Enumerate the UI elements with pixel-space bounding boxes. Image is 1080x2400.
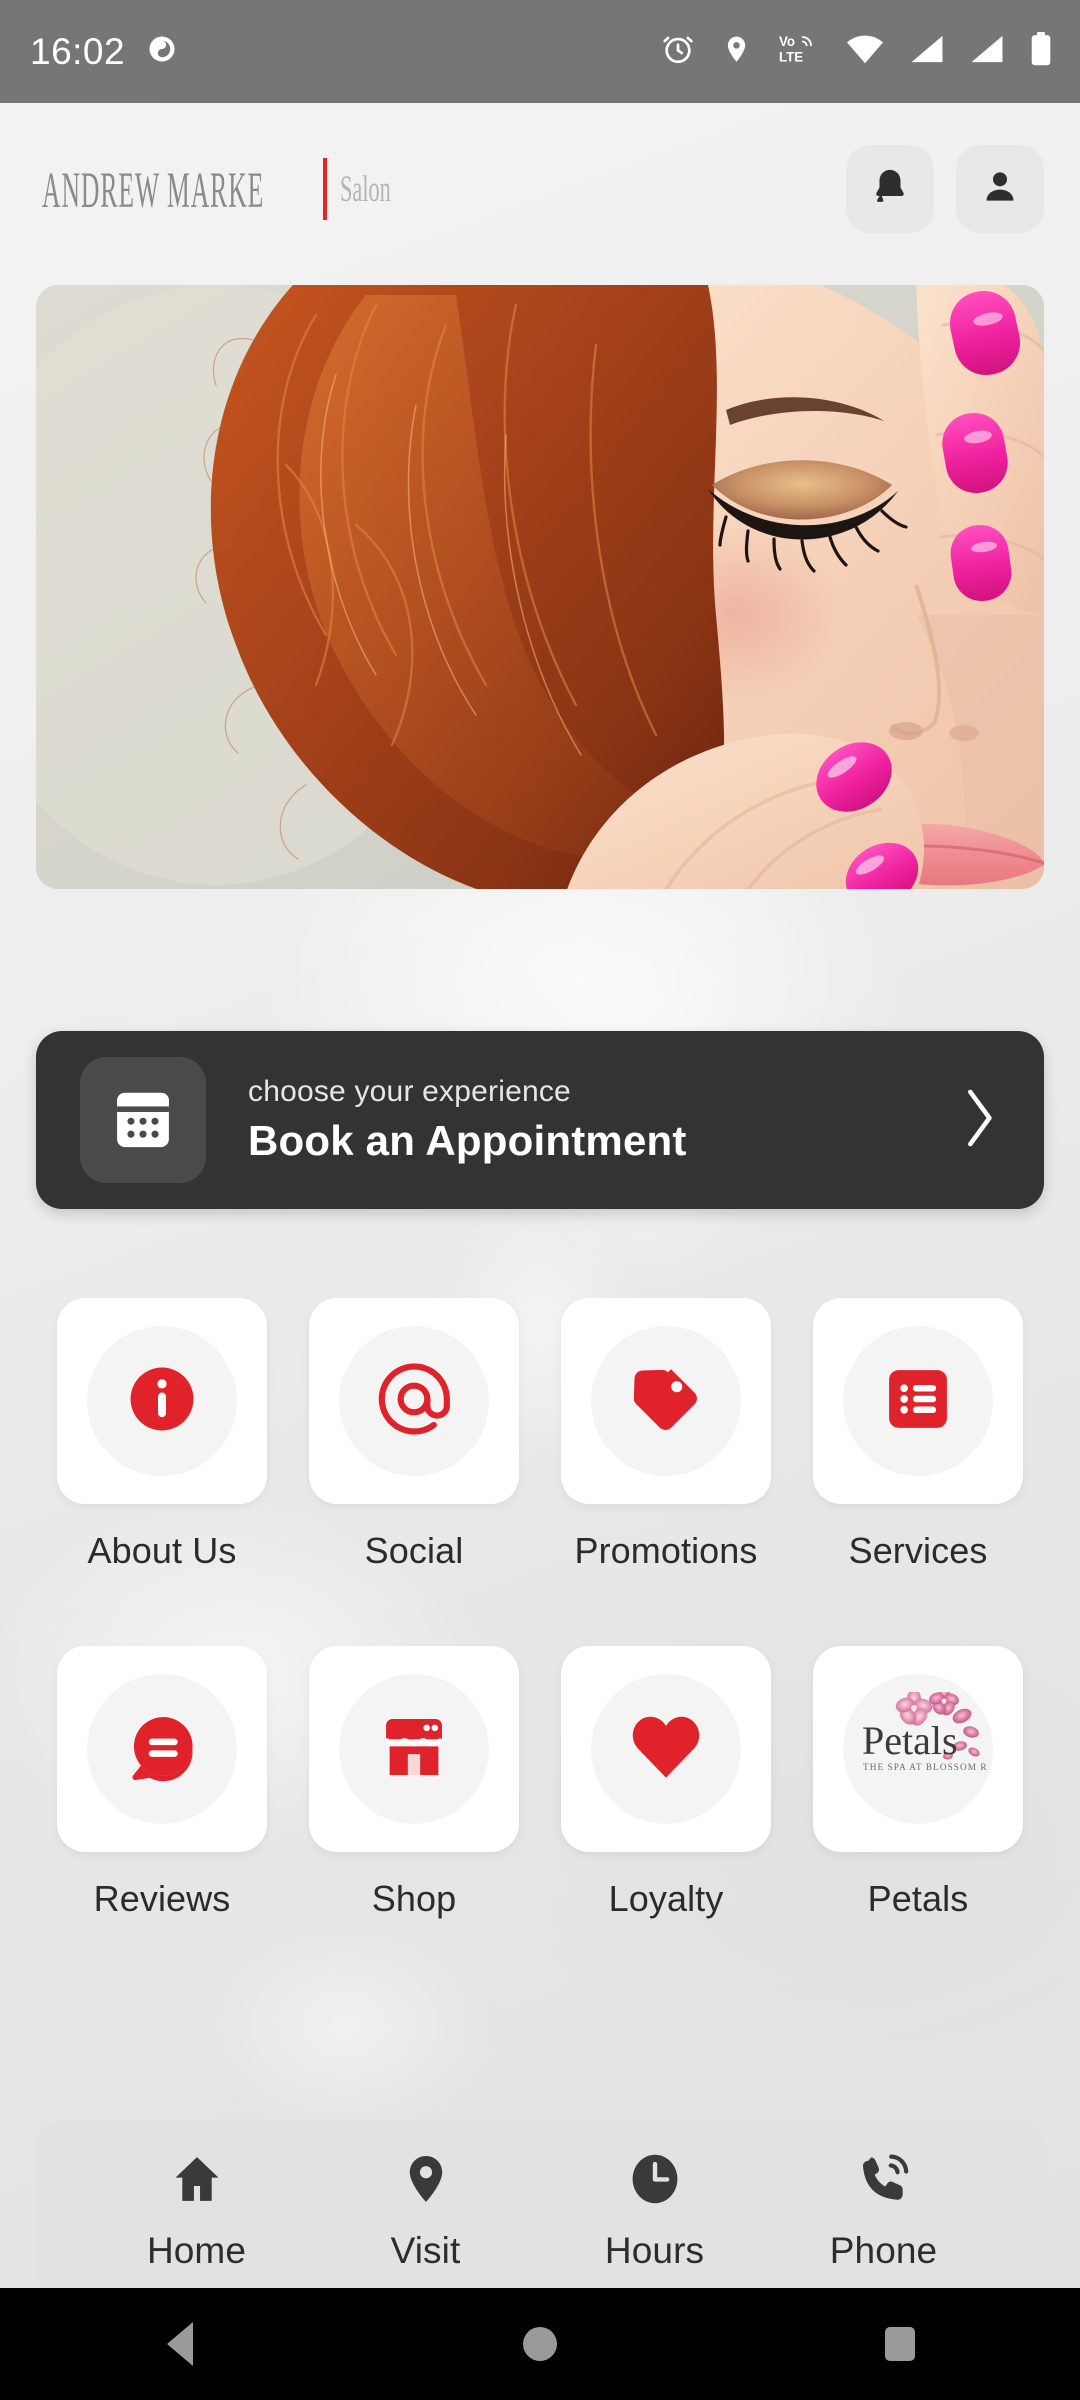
tile-promotions[interactable]: Promotions (561, 1298, 771, 1572)
tile-card (309, 1298, 519, 1504)
svg-text:Petals: Petals (862, 1718, 958, 1763)
brand-logo-divider (323, 158, 328, 220)
svg-text:THE SPA AT BLOSSOM RIDGE: THE SPA AT BLOSSOM RIDGE (863, 1762, 988, 1772)
tile-shop[interactable]: Shop (309, 1646, 519, 1920)
feature-grid-row: Reviews Shop Loyalty Petals THE SPA AT B… (0, 1646, 1080, 1920)
status-bar: 16:02 Vo LTE (0, 0, 1080, 103)
wifi-icon (846, 34, 884, 69)
tile-label: Loyalty (608, 1878, 724, 1919)
tile-label: Shop (371, 1878, 457, 1919)
tile-card (561, 1646, 771, 1852)
petals-logo-icon: Petals THE SPA AT BLOSSOM RIDGE (848, 1685, 1013, 1807)
tile-label: Promotions (574, 1530, 758, 1571)
chevron-right-icon[interactable] (958, 1085, 1010, 1156)
signal-2-icon (970, 34, 1004, 69)
tile-card (57, 1298, 267, 1504)
tile-card: Petals THE SPA AT BLOSSOM RIDGE (813, 1646, 1023, 1852)
home-icon (169, 2151, 225, 2212)
status-bar-right: Vo LTE (661, 32, 1052, 71)
nav-item-home[interactable]: Home (82, 2151, 311, 2272)
bell-icon (870, 166, 910, 213)
feature-grid: About Us Social Promotions Services Revi… (0, 1298, 1080, 1920)
tile-disc (87, 1326, 237, 1476)
tile-disc (339, 1326, 489, 1476)
tile-label: Social (364, 1530, 464, 1571)
nav-item-label: Phone (829, 2229, 938, 2271)
chat-bubble-icon (125, 1710, 199, 1789)
phone-icon (855, 2151, 913, 2212)
tile-disc (843, 1326, 993, 1476)
account-button[interactable] (956, 145, 1044, 233)
hero-banner-image[interactable] (36, 285, 1044, 889)
tile-loyalty[interactable]: Loyalty (561, 1646, 771, 1920)
alarm-icon (661, 32, 695, 71)
nav-item-visit[interactable]: Visit (311, 2151, 540, 2272)
app-header: ANDREW MARKE Salon (0, 103, 1080, 275)
price-tag-icon (628, 1361, 704, 1442)
volte-icon: Vo LTE (778, 32, 820, 71)
feature-grid-row: About Us Social Promotions Services (0, 1298, 1080, 1572)
signal-1-icon (910, 34, 944, 69)
tile-services[interactable]: Services (813, 1298, 1023, 1572)
recents-square-icon (885, 2327, 915, 2361)
tile-disc (591, 1326, 741, 1476)
tile-reviews[interactable]: Reviews (57, 1646, 267, 1920)
tile-card (813, 1298, 1023, 1504)
tile-disc (87, 1674, 237, 1824)
android-navigation-bar (0, 2288, 1080, 2400)
tile-disc: Petals THE SPA AT BLOSSOM RIDGE (843, 1674, 1013, 1824)
android-home-button[interactable] (360, 2327, 720, 2361)
tile-card (309, 1646, 519, 1852)
calendar-icon (80, 1057, 206, 1183)
tile-label: Reviews (93, 1878, 231, 1919)
heart-icon (626, 1707, 706, 1792)
person-icon (980, 167, 1020, 212)
storefront-icon (375, 1708, 453, 1791)
nav-item-label: Home (146, 2229, 247, 2271)
banner-subtitle: choose your experience (248, 1075, 571, 1108)
svg-text:LTE: LTE (779, 49, 803, 64)
banner-text-group: choose your experience Book an Appointme… (248, 1075, 958, 1165)
back-triangle-icon (167, 2322, 193, 2366)
hero-illustration (36, 285, 1044, 889)
tile-disc (339, 1674, 489, 1824)
status-bar-clock: 16:02 (30, 30, 126, 72)
book-appointment-banner[interactable]: choose your experience Book an Appointme… (36, 1031, 1044, 1209)
notifications-button[interactable] (846, 145, 934, 233)
phone-screen: 16:02 Vo LTE ANDREW MARKE Salon choose y… (0, 0, 1080, 2400)
banner-title: Book an Appointment (248, 1117, 687, 1164)
nav-item-label: Hours (604, 2229, 705, 2271)
tile-label: Services (848, 1530, 988, 1571)
svg-text:Vo: Vo (779, 34, 795, 49)
at-sign-icon (375, 1360, 453, 1443)
bottom-navigation-bar: Home Visit Hours Phone (36, 2121, 1044, 2288)
status-bar-left: 16:02 (30, 31, 177, 73)
location-icon (721, 34, 752, 70)
tile-petals[interactable]: Petals THE SPA AT BLOSSOM RIDGE Petals (813, 1646, 1023, 1920)
brand-logo-name: ANDREW MARKE (42, 160, 265, 218)
brand-logo-subtitle: Salon (340, 167, 392, 210)
header-actions (846, 145, 1044, 233)
home-circle-icon (523, 2327, 557, 2361)
screen-record-icon (147, 34, 177, 69)
tile-label: Petals (867, 1878, 969, 1919)
clock-icon (627, 2151, 683, 2212)
info-icon (125, 1362, 199, 1441)
tile-social[interactable]: Social (309, 1298, 519, 1572)
android-back-button[interactable] (0, 2322, 360, 2366)
app-content: ANDREW MARKE Salon choose your experienc… (0, 103, 1080, 2288)
nav-item-hours[interactable]: Hours (540, 2151, 769, 2272)
tile-disc (591, 1674, 741, 1824)
tile-card (57, 1646, 267, 1852)
battery-icon (1030, 32, 1052, 71)
map-pin-icon (399, 2151, 453, 2212)
nav-item-phone[interactable]: Phone (769, 2151, 998, 2272)
brand-logo[interactable]: ANDREW MARKE Salon (42, 158, 411, 220)
list-icon (884, 1365, 952, 1438)
tile-about-us[interactable]: About Us (57, 1298, 267, 1572)
android-recents-button[interactable] (720, 2327, 1080, 2361)
tile-card (561, 1298, 771, 1504)
tile-label: About Us (87, 1530, 237, 1571)
nav-item-label: Visit (390, 2229, 461, 2271)
